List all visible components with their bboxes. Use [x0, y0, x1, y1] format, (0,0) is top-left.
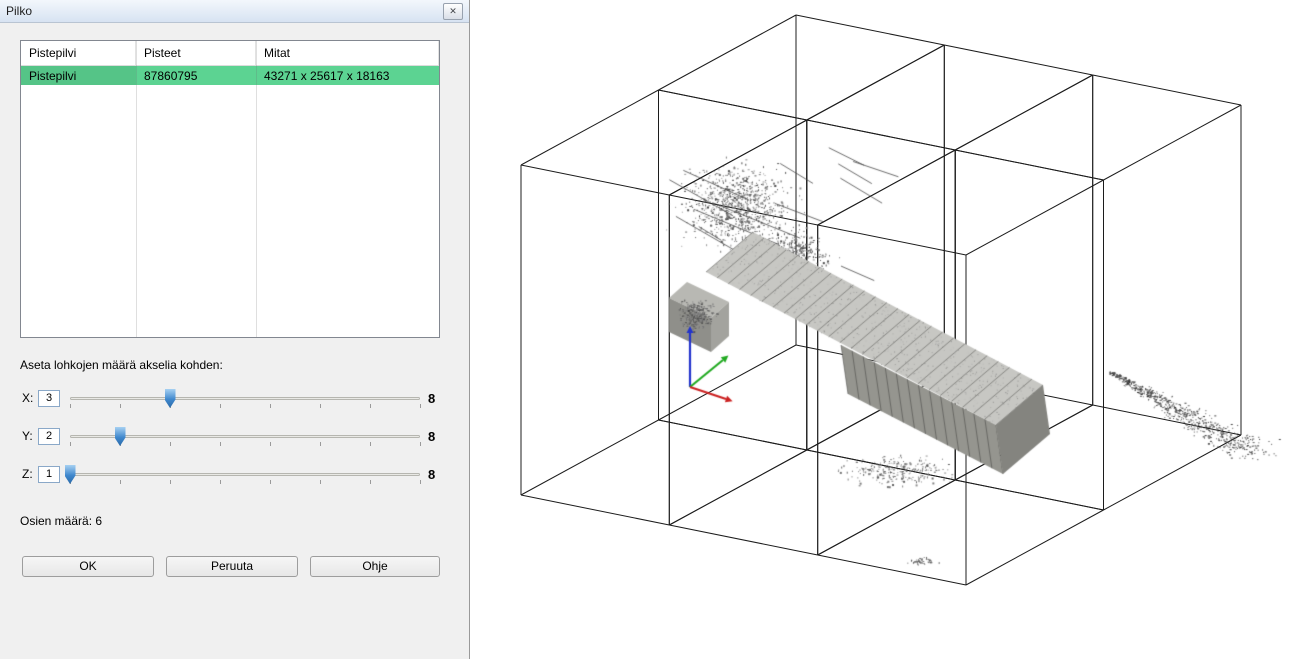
cancel-button[interactable]: Peruuta [166, 556, 298, 577]
z-value-box[interactable]: 1 [38, 466, 60, 483]
x-slider-thumb[interactable] [165, 389, 176, 408]
pointcloud-table[interactable]: Pistepilvi Pisteet Mitat Pistepilvi87860… [20, 40, 440, 338]
table-cell: 87860795 [136, 66, 256, 85]
table-cell: 43271 x 25617 x 18163 [256, 66, 439, 85]
x-slider-track[interactable] [70, 397, 420, 400]
parts-count-label: Osien määrä: 6 [20, 514, 102, 528]
pilko-dialog: Pilko ✕ Pistepilvi Pisteet Mitat Pistepi… [0, 0, 470, 659]
help-button[interactable]: Ohje [310, 556, 440, 577]
y-value-box[interactable]: 2 [38, 428, 60, 445]
table-row[interactable]: Pistepilvi8786079543271 x 25617 x 18163 [21, 66, 439, 85]
table-body: Pistepilvi8786079543271 x 25617 x 18163 [21, 66, 439, 85]
slider-row-y: Y: 2 8 [22, 426, 454, 452]
dialog-titlebar[interactable]: Pilko ✕ [0, 0, 469, 23]
slider-row-z: Z: 1 8 [22, 464, 454, 490]
z-slider-thumb[interactable] [65, 465, 76, 484]
y-max-label: 8 [428, 429, 435, 444]
viewport-3d[interactable] [471, 0, 1309, 659]
column-header-mitat[interactable]: Mitat [256, 41, 439, 65]
column-header-pistepilvi[interactable]: Pistepilvi [21, 41, 136, 65]
axis-label-y: Y: [22, 429, 33, 443]
table-cell: Pistepilvi [21, 66, 136, 85]
y-slider-thumb[interactable] [115, 427, 126, 446]
axis-count-label: Aseta lohkojen määrä akselia kohden: [20, 358, 223, 372]
close-icon[interactable]: ✕ [443, 3, 463, 20]
axis-label-x: X: [22, 391, 33, 405]
column-divider [136, 41, 137, 337]
x-max-label: 8 [428, 391, 435, 406]
column-divider [256, 41, 257, 337]
z-slider-track[interactable] [70, 473, 420, 476]
z-max-label: 8 [428, 467, 435, 482]
column-header-pisteet[interactable]: Pisteet [136, 41, 256, 65]
slider-row-x: X: 3 8 [22, 388, 454, 414]
ok-button[interactable]: OK [22, 556, 154, 577]
table-header: Pistepilvi Pisteet Mitat [21, 41, 439, 66]
axis-label-z: Z: [22, 467, 33, 481]
point-cloud-render [471, 0, 1309, 659]
dialog-title: Pilko [6, 4, 443, 18]
x-value-box[interactable]: 3 [38, 390, 60, 407]
